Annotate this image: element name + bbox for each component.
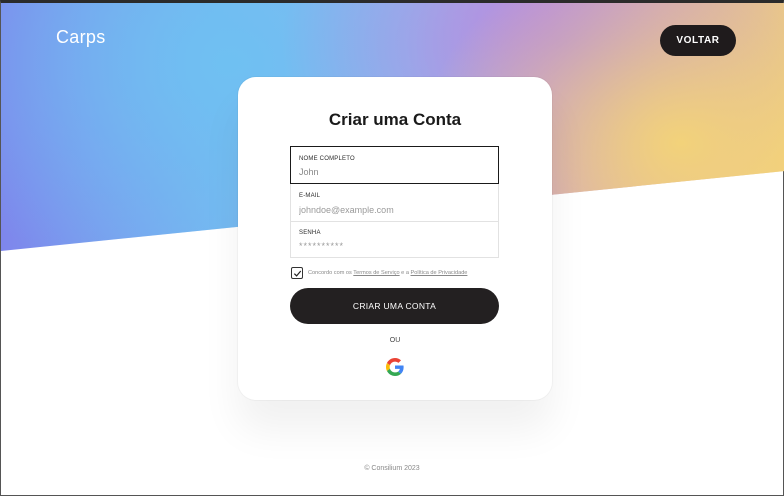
terms-row: Concordo com os Termos de Serviço e a Po… (291, 267, 467, 279)
or-divider-label: OU (389, 337, 401, 344)
terms-of-service-link[interactable]: Termos de Serviço (353, 270, 399, 276)
password-label: SENHA (299, 230, 321, 236)
signup-card: Criar uma Conta NOME COMPLETO E-MAIL SEN… (238, 77, 552, 400)
create-account-button[interactable]: CRIAR UMA CONTA (290, 288, 499, 324)
full-name-input[interactable] (299, 167, 489, 177)
page-title: Criar uma Conta (328, 110, 462, 129)
google-logo-icon (386, 358, 404, 376)
back-button[interactable]: VOLTAR (660, 25, 736, 56)
google-login-button[interactable] (386, 358, 404, 376)
password-field: SENHA (290, 221, 499, 258)
brand-logo[interactable]: Carps (56, 27, 106, 48)
password-input[interactable] (299, 241, 489, 251)
terms-checkbox[interactable] (291, 267, 303, 279)
footer-copyright: © Consilium 2023 (364, 465, 420, 472)
email-input[interactable] (299, 205, 489, 215)
terms-prefix: Concordo com os (308, 270, 354, 276)
email-label: E-MAIL (299, 193, 321, 199)
full-name-label: NOME COMPLETO (299, 156, 355, 162)
full-name-field: NOME COMPLETO (290, 146, 499, 184)
terms-text: Concordo com os Termos de Serviço e a Po… (308, 270, 467, 276)
terms-middle: e a (399, 270, 411, 276)
email-field: E-MAIL (290, 184, 499, 221)
checkmark-icon (293, 270, 301, 277)
privacy-policy-link[interactable]: Política de Privacidade (411, 270, 468, 276)
